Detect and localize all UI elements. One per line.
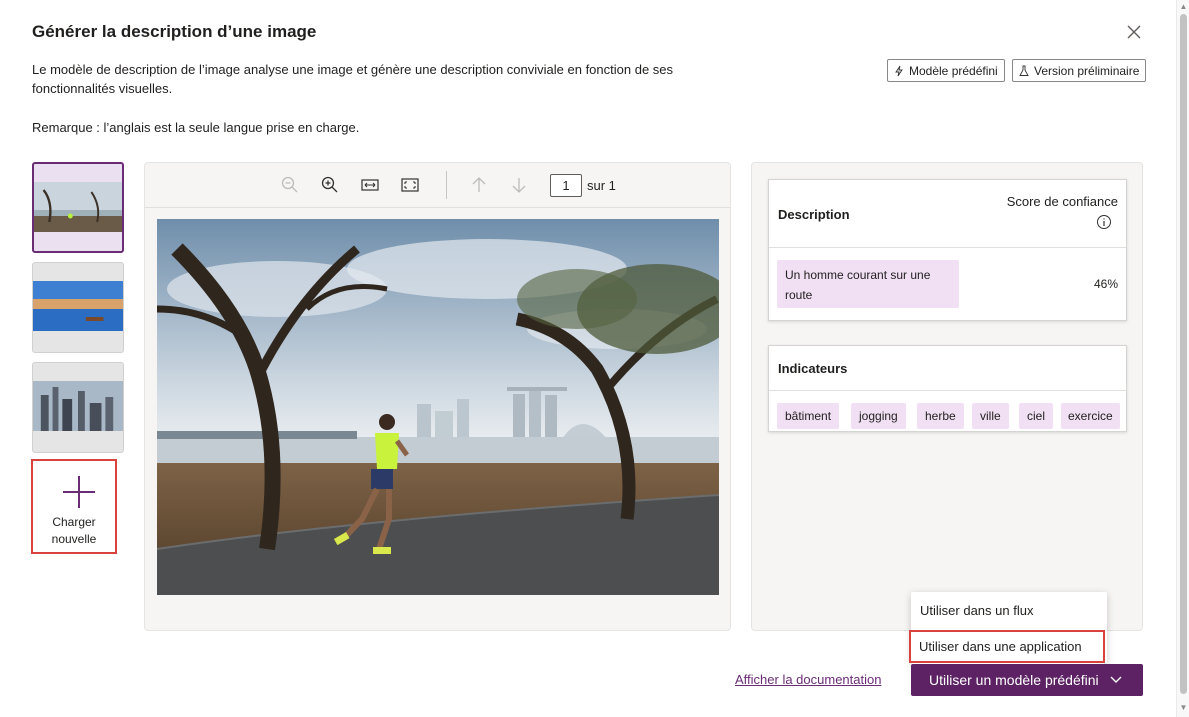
confidence-value: 46% — [1093, 277, 1118, 291]
arrow-up-icon — [472, 177, 486, 192]
thumbnail-runner[interactable] — [32, 162, 124, 253]
close-icon — [1127, 25, 1141, 39]
close-button[interactable] — [1124, 22, 1144, 42]
preview-label: Version préliminaire — [1034, 63, 1140, 78]
page-count-label: sur 1 — [587, 178, 616, 193]
use-model-menu: Utiliser dans un flux Utiliser dans une … — [909, 592, 1107, 664]
flask-icon — [1019, 65, 1029, 76]
tag-grass: herbe — [917, 403, 964, 429]
menu-item-use-in-flow[interactable]: Utiliser dans un flux — [911, 594, 1107, 627]
menu-item-use-in-app[interactable]: Utiliser dans une application — [909, 630, 1105, 663]
dialog-description: Le modèle de description de l’image anal… — [32, 62, 674, 96]
thumbnail-image — [33, 381, 123, 431]
viewer-toolbar: 1 sur 1 — [145, 163, 730, 208]
fit-page-button[interactable] — [400, 175, 420, 195]
documentation-link[interactable]: Afficher la documentation — [735, 672, 881, 687]
scroll-up-arrow[interactable]: ▲ — [1179, 3, 1188, 11]
thumbnail-image — [33, 281, 123, 331]
image-viewer: 1 sur 1 — [144, 162, 731, 631]
next-page-button[interactable] — [509, 175, 529, 195]
zoom-in-icon — [321, 176, 338, 193]
use-prebuilt-model-label: Utiliser un modèle prédéfini — [929, 672, 1099, 688]
tag-building: bâtiment — [777, 403, 840, 429]
tag-sky: ciel — [1019, 403, 1054, 429]
description-header: Description — [778, 207, 850, 222]
previous-page-button[interactable] — [469, 175, 489, 195]
prebuilt-model-badge: Modèle prédéfini — [887, 59, 1005, 82]
card-divider — [769, 390, 1126, 391]
page-number-input[interactable]: 1 — [550, 174, 582, 197]
confidence-header: Score de confiance — [1006, 194, 1118, 209]
thumbnail-image — [34, 182, 122, 232]
preview-badge: Version préliminaire — [1012, 59, 1147, 82]
language-note: Remarque : l’anglais est la seule langue… — [32, 120, 360, 135]
arrow-down-icon — [512, 178, 526, 193]
info-icon[interactable] — [1096, 214, 1112, 230]
results-panel: Description Score de confiance Un homme … — [751, 162, 1143, 631]
tag-exercise: exercice — [1061, 403, 1120, 429]
lightning-icon — [895, 65, 903, 76]
caption-tag: Un homme courant sur une route — [777, 260, 959, 308]
use-prebuilt-model-button[interactable]: Utiliser un modèle prédéfini — [911, 664, 1143, 696]
fit-width-icon — [361, 179, 379, 191]
chevron-down-icon — [1110, 676, 1122, 683]
plus-icon — [63, 476, 95, 508]
vertical-scrollbar[interactable]: ▲ ▼ — [1176, 0, 1189, 717]
zoom-out-button[interactable] — [280, 175, 300, 195]
tags-header: Indicateurs — [778, 361, 848, 376]
fit-page-icon — [401, 178, 419, 192]
prebuilt-model-label: Modèle prédéfini — [909, 63, 998, 78]
upload-new-button[interactable]: Charger nouvelle — [31, 459, 117, 554]
fit-width-button[interactable] — [360, 175, 380, 195]
preview-image — [157, 219, 719, 595]
scroll-thumb[interactable] — [1180, 14, 1187, 694]
zoom-in-button[interactable] — [320, 175, 340, 195]
thumbnail-harbor[interactable] — [32, 262, 124, 353]
toolbar-divider — [446, 171, 447, 199]
zoom-out-icon — [281, 176, 298, 193]
tags-card: Indicateurs bâtiment jogging herbe ville… — [768, 345, 1127, 432]
tag-jogging: jogging — [851, 403, 906, 429]
description-card: Description Score de confiance Un homme … — [768, 179, 1127, 321]
thumbnail-city[interactable] — [32, 362, 124, 453]
scroll-down-arrow[interactable]: ▼ — [1179, 704, 1188, 712]
dialog-title: Générer la description d’une image — [32, 22, 317, 41]
upload-new-label: Charger nouvelle — [51, 515, 97, 546]
tag-city: ville — [972, 403, 1009, 429]
card-divider — [769, 247, 1126, 248]
